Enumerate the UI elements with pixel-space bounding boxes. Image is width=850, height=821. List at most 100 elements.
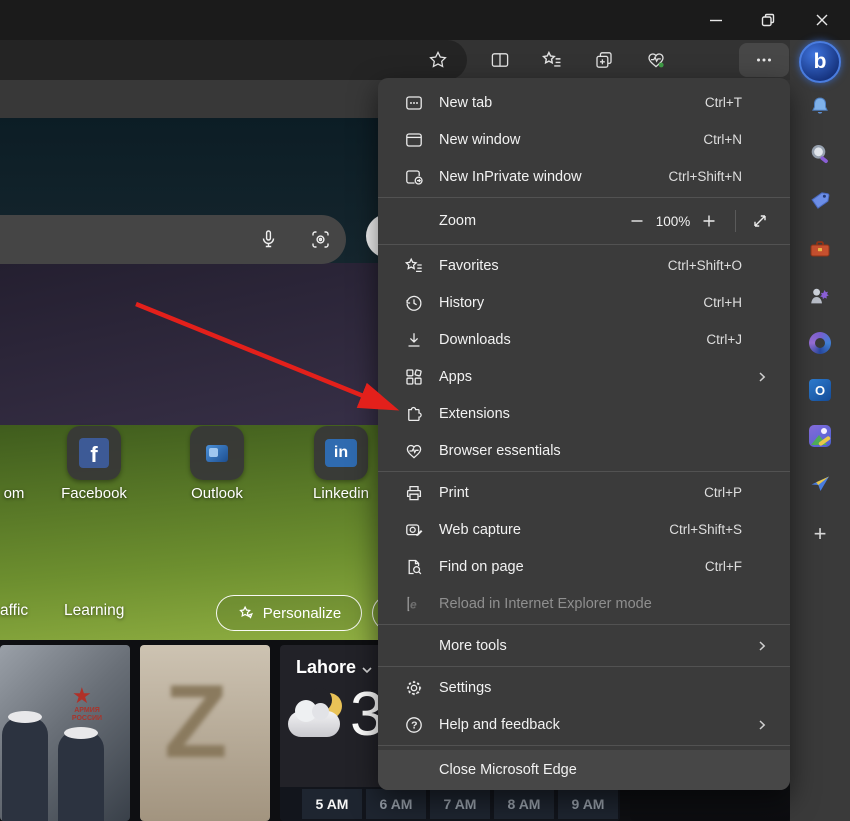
shortcut-linkedin[interactable]: in	[314, 426, 368, 480]
photo-figure	[64, 727, 98, 739]
sidebar-search-icon[interactable]	[808, 142, 832, 166]
shortcut-facebook[interactable]: f	[67, 426, 121, 480]
sidebar-shopping-tag-icon[interactable]	[808, 189, 832, 213]
menu-item-label: Web capture	[439, 522, 669, 538]
menu-item-label: Settings	[439, 680, 770, 696]
essentials-icon	[404, 441, 424, 461]
favorites-icon	[404, 256, 424, 276]
menu-item-help-and-feedback[interactable]: ? Help and feedback	[378, 706, 790, 743]
address-bar[interactable]	[0, 40, 467, 80]
news-photo-building[interactable]: Z	[140, 645, 270, 821]
menu-item-extensions[interactable]: Extensions	[378, 395, 790, 432]
microphone-icon[interactable]	[256, 227, 281, 252]
hour-label: 6 AM	[366, 789, 426, 819]
more-dots-icon	[753, 49, 775, 71]
minimize-button[interactable]	[693, 0, 739, 40]
settings-and-more-menu: New tabCtrl+TNew windowCtrl+NNew InPriva…	[378, 78, 790, 790]
menu-item-favorites[interactable]: FavoritesCtrl+Shift+O	[378, 247, 790, 284]
favorites-icon[interactable]	[540, 48, 564, 72]
news-photo-sailors[interactable]: ★ АРМИЯ РОССИИ	[0, 645, 130, 821]
sidebar-outlook-icon[interactable]: O	[808, 378, 832, 402]
zoom-out-button[interactable]	[627, 211, 647, 231]
menu-item-label: Reload in Internet Explorer mode	[439, 596, 770, 612]
menu-item-shortcut: Ctrl+Shift+S	[669, 522, 742, 537]
hourly-forecast-strip: 5 AM6 AM7 AM8 AM9 AM	[280, 787, 620, 821]
svg-text:?: ?	[411, 719, 417, 731]
menu-item-web-capture[interactable]: Web captureCtrl+Shift+S	[378, 511, 790, 548]
sidebar-games-icon[interactable]	[808, 284, 832, 308]
menu-item-history[interactable]: HistoryCtrl+H	[378, 284, 790, 321]
menu-item-label: New window	[439, 132, 703, 148]
svg-text:e: e	[410, 597, 417, 611]
no-icon	[404, 211, 424, 231]
sidebar-drop-icon[interactable]	[808, 471, 832, 495]
add-favorite-star-icon[interactable]	[426, 48, 450, 72]
restore-button[interactable]	[745, 0, 791, 40]
menu-item-shortcut: Ctrl+J	[706, 332, 742, 347]
personalize-star-icon	[237, 604, 255, 622]
menu-item-zoom[interactable]: Zoom100%	[378, 200, 790, 242]
menu-item-label: More tools	[439, 638, 748, 654]
no-icon	[404, 636, 424, 656]
split-screen-icon[interactable]	[488, 48, 512, 72]
sidebar-designer-icon[interactable]	[808, 424, 832, 448]
menu-item-downloads[interactable]: DownloadsCtrl+J	[378, 321, 790, 358]
hour-label: 8 AM	[494, 789, 554, 819]
feed-tab-learning[interactable]: Learning	[64, 602, 124, 620]
photo-figure	[2, 717, 48, 821]
find-icon	[404, 557, 424, 577]
photo-figure	[8, 711, 42, 723]
chevron-right-icon	[754, 717, 770, 733]
menu-separator	[378, 745, 790, 746]
hour-label: 7 AM	[430, 789, 490, 819]
menu-item-label: Help and feedback	[439, 717, 748, 733]
menu-item-settings[interactable]: Settings	[378, 669, 790, 706]
shortcut-outlook[interactable]	[190, 426, 244, 480]
sidebar-toolbox-icon[interactable]	[808, 237, 832, 261]
browser-essentials-icon[interactable]	[644, 48, 668, 72]
hour-label: 9 AM	[558, 789, 618, 819]
zoom-in-button[interactable]	[699, 211, 719, 231]
visual-search-icon[interactable]	[308, 227, 333, 252]
menu-item-more-tools[interactable]: More tools	[378, 627, 790, 664]
menu-item-browser-essentials[interactable]: Browser essentials	[378, 432, 790, 469]
menu-item-apps[interactable]: Apps	[378, 358, 790, 395]
close-button[interactable]	[799, 0, 845, 40]
menu-item-reload-in-internet-explorer-mode[interactable]: e Reload in Internet Explorer mode	[378, 585, 790, 622]
menu-separator	[378, 666, 790, 667]
red-star-emblem: ★	[72, 683, 92, 709]
collections-icon[interactable]	[592, 48, 616, 72]
sidebar-bell-icon[interactable]	[808, 95, 832, 119]
zoom-value: 100%	[647, 214, 699, 229]
fullscreen-icon[interactable]	[750, 211, 770, 231]
menu-item-find-on-page[interactable]: Find on pageCtrl+F	[378, 548, 790, 585]
menu-item-new-tab[interactable]: New tabCtrl+T	[378, 84, 790, 121]
menu-item-close-microsoft-edge[interactable]: Close Microsoft Edge	[378, 750, 790, 790]
apps-icon	[404, 367, 424, 387]
edge-browser-window: f in Facebook Outlook Linkedin om affic …	[0, 0, 850, 821]
chevron-down-icon[interactable]	[360, 663, 374, 677]
menu-separator	[378, 471, 790, 472]
menu-item-label: Favorites	[439, 258, 668, 274]
menu-item-label: Print	[439, 485, 704, 501]
menu-item-new-window[interactable]: New windowCtrl+N	[378, 121, 790, 158]
no-icon	[404, 760, 424, 780]
menu-item-print[interactable]: PrintCtrl+P	[378, 474, 790, 511]
feed-tab-traffic[interactable]: affic	[0, 602, 28, 620]
menu-item-shortcut: Ctrl+N	[703, 132, 742, 147]
sidebar-microsoft365-icon[interactable]	[808, 331, 832, 355]
bing-chat-button[interactable]: b	[799, 41, 841, 83]
menu-item-shortcut: Ctrl+T	[705, 95, 742, 110]
menu-item-new-inprivate-window[interactable]: New InPrivate windowCtrl+Shift+N	[378, 158, 790, 195]
menu-item-label: New tab	[439, 95, 705, 111]
menu-separator	[378, 244, 790, 245]
sidebar-add-icon[interactable]: +	[808, 522, 832, 546]
web-capture-icon	[404, 520, 424, 540]
menu-separator	[378, 624, 790, 625]
menu-item-label: Close Microsoft Edge	[439, 762, 770, 778]
personalize-button[interactable]: Personalize	[216, 595, 362, 631]
settings-and-more-button[interactable]	[739, 43, 789, 77]
bing-search-box[interactable]	[0, 215, 346, 264]
menu-item-label: Browser essentials	[439, 443, 770, 459]
downloads-icon	[404, 330, 424, 350]
